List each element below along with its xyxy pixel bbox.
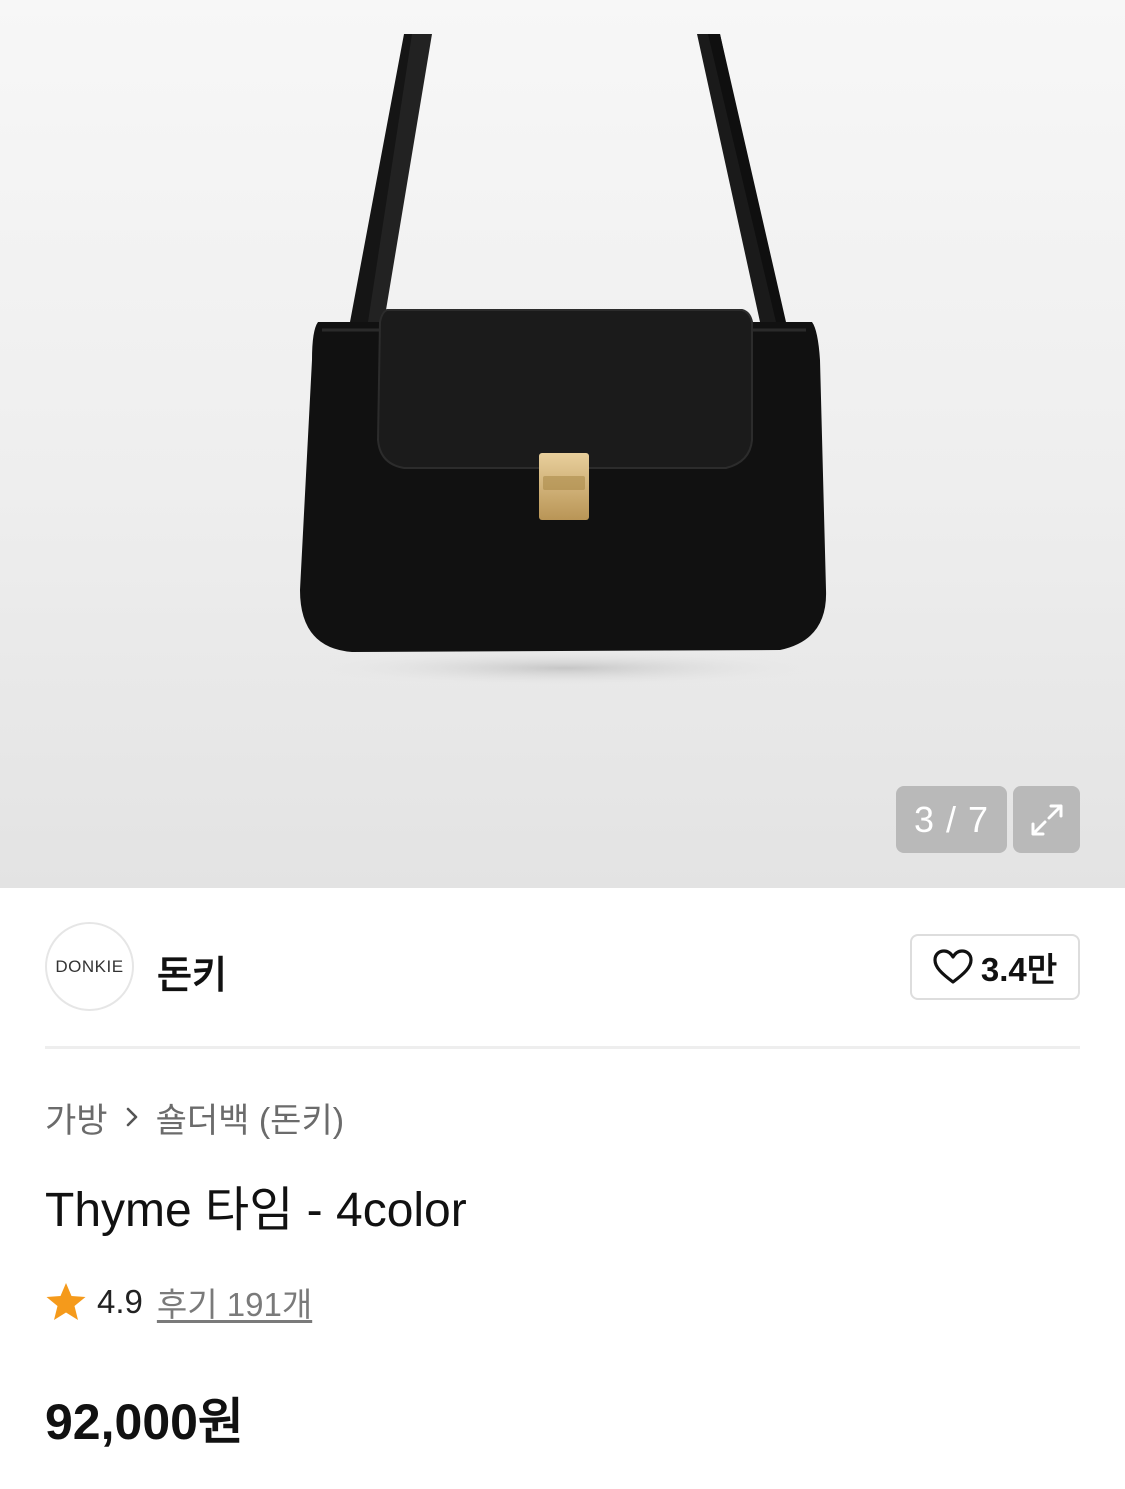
expand-icon	[1031, 804, 1062, 835]
breadcrumb: 가방 숄더백 (돈키)	[45, 1093, 345, 1142]
review-link[interactable]: 후기 191개	[157, 1278, 312, 1326]
chevron-right-icon	[126, 1107, 137, 1127]
like-button[interactable]: 3.4만	[910, 934, 1080, 1000]
product-image-gallery[interactable]: 3 / 7	[0, 0, 1125, 888]
breadcrumb-item-bag[interactable]: 가방	[45, 1093, 108, 1142]
brand-name[interactable]: 돈키	[157, 944, 227, 999]
like-count: 3.4만	[980, 951, 1058, 988]
heart-icon	[933, 949, 973, 984]
image-counter: 3 / 7	[896, 786, 1007, 853]
product-price: 92,000원	[45, 1394, 244, 1450]
brand-logo[interactable]: DONKIE	[45, 922, 134, 1011]
star-icon	[46, 1283, 86, 1320]
brand-row: DONKIE 돈키 3.4만	[45, 922, 1080, 1012]
expand-button[interactable]	[1013, 786, 1080, 853]
divider	[45, 1046, 1080, 1049]
product-image	[300, 34, 827, 686]
breadcrumb-item-shoulder-bag[interactable]: 숄더백 (돈키)	[156, 1093, 345, 1142]
brand-logo-text: DONKIE	[55, 956, 124, 976]
product-title: Thyme 타임 - 4color	[45, 1184, 467, 1237]
rating-value: 4.9	[97, 1283, 143, 1320]
rating-row: 4.9 후기 191개	[45, 1280, 312, 1324]
